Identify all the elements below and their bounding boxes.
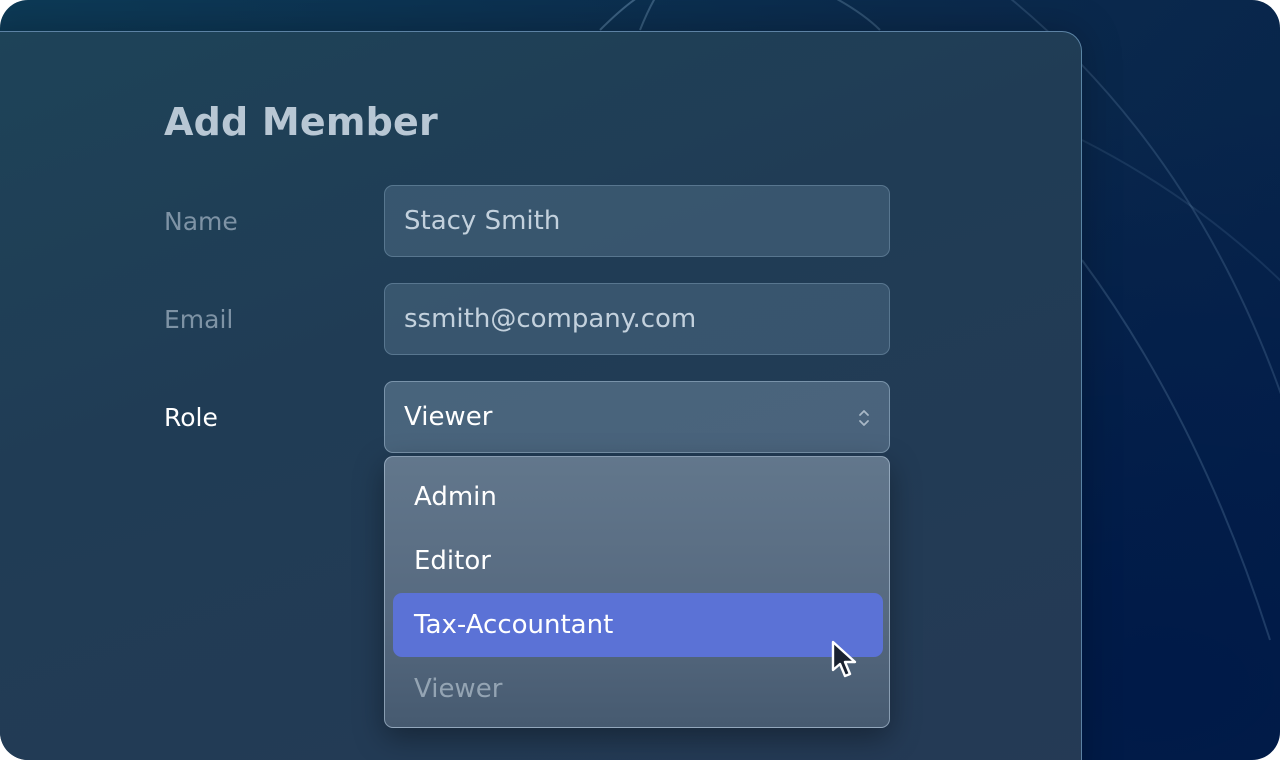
email-input[interactable]: ssmith@company.com	[384, 283, 890, 355]
role-option-label: Admin	[414, 482, 497, 512]
role-option-editor[interactable]: Editor	[393, 529, 883, 593]
email-label: Email	[164, 305, 234, 334]
chevron-up-down-icon	[859, 410, 869, 426]
role-select[interactable]: Viewer	[384, 381, 890, 453]
name-input-value: Stacy Smith	[404, 206, 561, 236]
role-option-viewer[interactable]: Viewer	[393, 657, 883, 721]
email-input-value: ssmith@company.com	[404, 304, 697, 334]
role-option-admin[interactable]: Admin	[393, 465, 883, 529]
role-select-value: Viewer	[404, 402, 493, 432]
role-label: Role	[164, 403, 218, 432]
role-options-list: Admin Editor Tax-Accountant Viewer	[384, 456, 890, 728]
screen: Add Member Name Stacy Smith Email ssmith…	[0, 0, 1280, 760]
mouse-cursor-icon	[831, 640, 857, 678]
name-label: Name	[164, 207, 238, 236]
role-option-label: Viewer	[414, 674, 503, 704]
role-option-label: Editor	[414, 546, 491, 576]
dialog-title: Add Member	[164, 100, 438, 144]
role-option-label: Tax-Accountant	[414, 610, 614, 640]
role-option-tax-accountant[interactable]: Tax-Accountant	[393, 593, 883, 657]
name-input[interactable]: Stacy Smith	[384, 185, 890, 257]
